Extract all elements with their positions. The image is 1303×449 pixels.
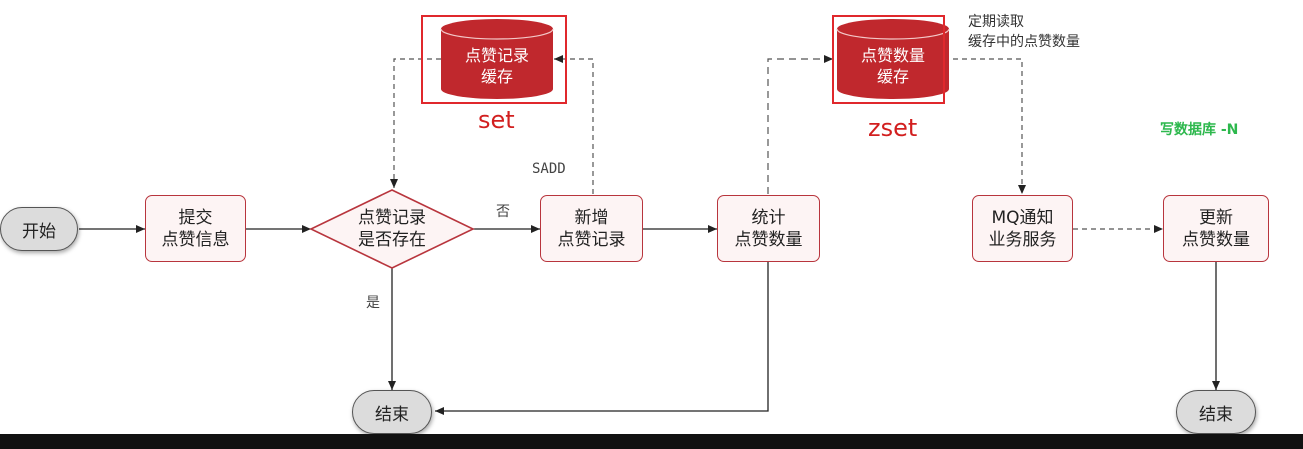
update-count-node: 更新 点赞数量 xyxy=(1163,195,1269,262)
add-record-node: 新增 点赞记录 xyxy=(540,195,643,262)
mq-notify-node: MQ通知 业务服务 xyxy=(972,195,1073,262)
edge-label-yes: 是 xyxy=(366,295,380,311)
decision-label: 点赞记录 是否存在 xyxy=(358,208,426,250)
edge-count-end xyxy=(435,262,769,415)
count-likes-node: 统计 点赞数量 xyxy=(717,195,820,262)
write-db-note: 写数据库 -N xyxy=(1160,122,1239,138)
edge-count-zcache xyxy=(767,55,833,194)
count-cache-label: 点赞数量 缓存 xyxy=(860,46,925,86)
start-node: 开始 xyxy=(0,207,78,251)
end-node-right: 结束 xyxy=(1176,390,1256,434)
edge-label-no: 否 xyxy=(496,204,510,220)
record-cache-label: 点赞记录 缓存 xyxy=(464,46,529,86)
count-cache-type: zset xyxy=(868,114,918,142)
submit-like-node: 提交 点赞信息 xyxy=(145,195,246,262)
record-cache-type: set xyxy=(478,106,515,134)
edge-zcache-mq xyxy=(944,58,1026,194)
edge-label-sadd: SADD xyxy=(532,161,566,177)
end-node-left: 结束 xyxy=(352,390,432,434)
bottom-bar xyxy=(0,434,1303,449)
periodic-read-note: 定期读取 缓存中的点赞数量 xyxy=(968,14,1080,50)
